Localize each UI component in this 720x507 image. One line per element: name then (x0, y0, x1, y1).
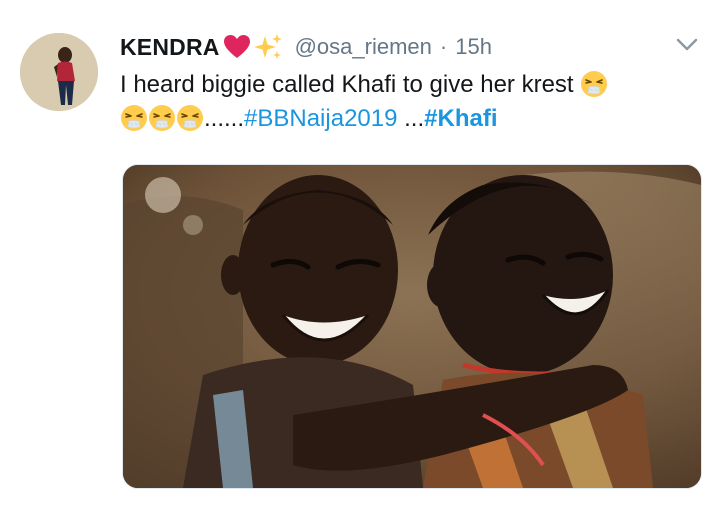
tweet[interactable]: KENDRA @osa_riemen · 15h I heard biggie … (0, 0, 720, 507)
hashtag-bbnaija2019[interactable]: #BBNaija2019 (244, 105, 397, 132)
heart-icon (223, 35, 250, 58)
sneezing-face-icon (581, 71, 608, 97)
avatar-photo (20, 33, 98, 111)
avatar[interactable] (20, 33, 98, 111)
tweet-text-line1: I heard biggie called Khafi to give her … (120, 71, 574, 98)
tweet-header: KENDRA @osa_riemen · 15h (120, 30, 700, 64)
photo-two-laughing-children (123, 165, 701, 488)
sneezing-face-icon (177, 105, 203, 131)
tweet-text: I heard biggie called Khafi to give her … (120, 68, 700, 136)
display-name[interactable]: KENDRA (120, 34, 220, 61)
sneezing-face-icon (121, 105, 147, 131)
handle[interactable]: @osa_riemen (295, 34, 432, 60)
tweet-text-between: ... (397, 105, 425, 132)
chevron-down-icon[interactable] (676, 38, 698, 52)
sneezing-face-icon (149, 105, 175, 131)
sparkles-icon (253, 34, 282, 59)
tweet-media-photo[interactable] (122, 164, 702, 489)
tweet-text-ellipsis: ...... (204, 105, 245, 132)
separator-dot: · (439, 34, 448, 59)
timestamp[interactable]: 15h (455, 34, 492, 60)
hashtag-khafi[interactable]: #Khafi (424, 105, 497, 132)
